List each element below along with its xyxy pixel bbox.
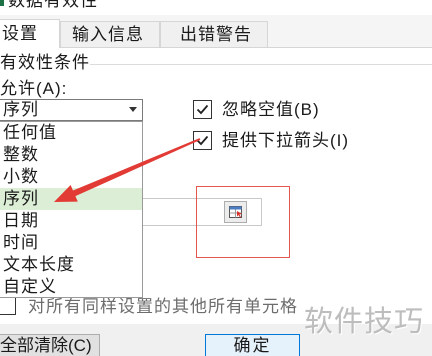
allow-label: 允许(A): bbox=[0, 79, 68, 98]
apply-to-all-label[interactable]: 对所有同样设置的其他所有单元格 bbox=[28, 296, 298, 318]
clear-all-button[interactable]: 全部清除(C) bbox=[0, 334, 100, 356]
ok-button[interactable]: 确定 bbox=[205, 334, 300, 356]
in-cell-dropdown-checkbox[interactable] bbox=[193, 131, 212, 150]
allow-option-text-length[interactable]: 文本长度 bbox=[0, 254, 142, 276]
tab-error-alert[interactable]: 出错警告 bbox=[160, 21, 268, 47]
ignore-blank-label[interactable]: 忽略空值(B) bbox=[222, 99, 320, 121]
ignore-blank-checkbox[interactable] bbox=[193, 100, 212, 119]
group-divider bbox=[90, 64, 432, 65]
check-icon bbox=[196, 104, 209, 115]
allow-select[interactable]: 序列 bbox=[0, 99, 143, 121]
excel-app-icon bbox=[0, 0, 4, 6]
allow-option-any-value[interactable]: 任何值 bbox=[0, 122, 142, 144]
allow-option-list[interactable]: 序列 bbox=[0, 188, 142, 210]
chevron-down-icon bbox=[129, 107, 137, 112]
watermark: 软件技巧 bbox=[304, 306, 425, 338]
annotation-highlight-box bbox=[196, 186, 290, 258]
in-cell-dropdown-label[interactable]: 提供下拉箭头(I) bbox=[222, 130, 349, 152]
allow-select-value: 序列 bbox=[3, 100, 39, 119]
allow-option-custom[interactable]: 自定义 bbox=[0, 276, 142, 298]
data-validation-dialog: 数据有效性 设置 输入信息 出错警告 有效性条件 允许(A): 序列 任何值 整… bbox=[0, 0, 432, 356]
window-title: 数据有效性 bbox=[8, 0, 98, 10]
tab-settings[interactable]: 设置 bbox=[0, 19, 60, 48]
allow-option-date[interactable]: 日期 bbox=[0, 210, 142, 232]
validation-criteria-title: 有效性条件 bbox=[0, 53, 90, 72]
title-bar: 数据有效性 bbox=[0, 0, 432, 15]
allow-option-whole-number[interactable]: 整数 bbox=[0, 144, 142, 166]
apply-to-all-checkbox[interactable] bbox=[0, 297, 16, 315]
allow-option-time[interactable]: 时间 bbox=[0, 232, 142, 254]
tab-input-message[interactable]: 输入信息 bbox=[60, 21, 160, 47]
check-icon bbox=[196, 135, 209, 146]
allow-option-decimal[interactable]: 小数 bbox=[0, 166, 142, 188]
allow-options-list: 任何值 整数 小数 序列 日期 时间 文本长度 自定义 bbox=[0, 121, 143, 298]
